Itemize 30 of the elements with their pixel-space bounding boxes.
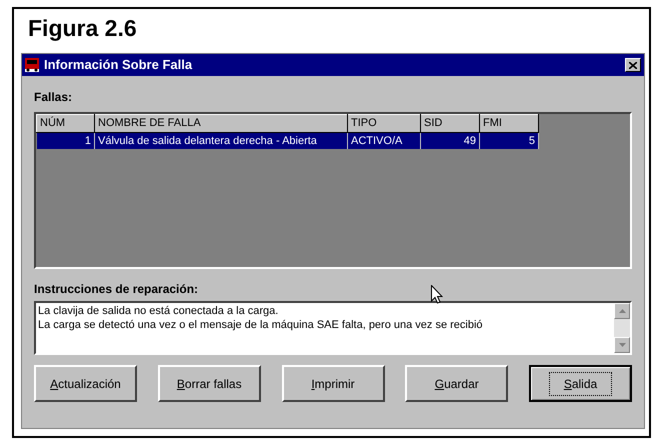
column-header[interactable]: NOMBRE DE FALLA — [94, 114, 348, 132]
scrollbar[interactable] — [614, 303, 630, 353]
instructions-label: Instrucciones de reparación: — [34, 281, 198, 298]
column-header[interactable]: SID — [420, 114, 480, 132]
up-arrow-icon — [618, 309, 626, 313]
instruction-text: La clavija de salida no está conectada a la carga. — [38, 304, 280, 318]
dialog-button[interactable]: Guardar — [405, 365, 508, 402]
window-title: Información Sobre Falla — [44, 56, 194, 74]
dialog-button[interactable]: Salida — [529, 365, 632, 402]
column-header[interactable]: FMI — [480, 114, 538, 132]
truck-icon — [24, 57, 40, 73]
table-row[interactable]: 1 Válvula de salida delantera derecha - Abierta ACTIVO/A 49 5 — [36, 132, 538, 149]
column-header[interactable]: TIPO — [348, 114, 420, 132]
close-icon — [629, 62, 637, 68]
close-button[interactable] — [625, 58, 641, 72]
dialog-button[interactable]: Borrar fallas — [158, 365, 261, 402]
dialog-button[interactable]: Actualización — [34, 365, 137, 402]
table-cell: 5 — [480, 132, 538, 149]
table-cell: 49 — [420, 132, 480, 149]
table-cell: ACTIVO/A — [348, 132, 420, 149]
scroll-up-button[interactable] — [614, 303, 630, 319]
scroll-down-button[interactable] — [614, 337, 630, 353]
instruction-text: La carga se detectó una vez o el mensaje de la máquina SAE falta, pero una vez se recibió — [38, 318, 484, 332]
table-cell: Válvula de salida delantera derecha - Abierta — [94, 132, 348, 149]
column-header[interactable]: NÚM — [36, 114, 94, 132]
table-cell: 1 — [36, 132, 94, 149]
figure-caption: Figura 2.6 — [28, 17, 137, 40]
faults-label: Fallas: — [34, 89, 72, 106]
down-arrow-icon — [618, 343, 626, 347]
dialog-button[interactable]: Imprimir — [282, 365, 384, 402]
